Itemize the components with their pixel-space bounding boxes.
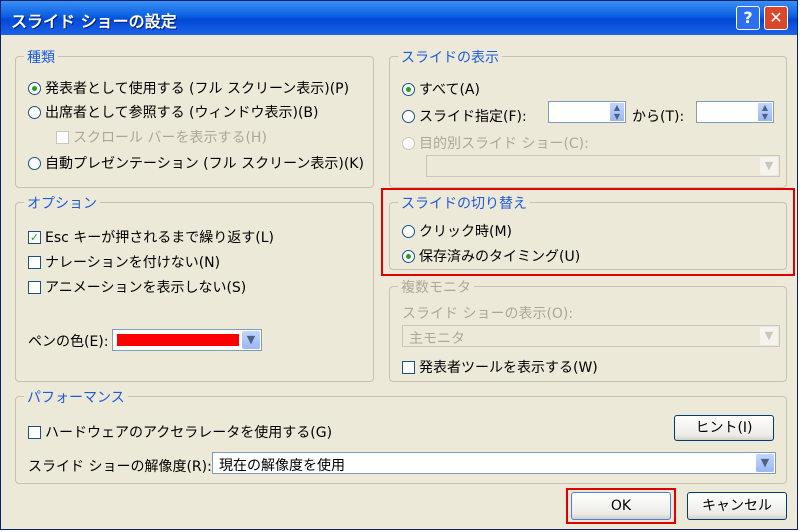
no-animation-checkbox[interactable] [28, 280, 41, 294]
from-slide-spinner[interactable]: ▲ ▼ [548, 101, 626, 123]
to-label: から(T): [632, 109, 685, 125]
from-spin-buttons[interactable]: ▲ ▼ [610, 103, 624, 121]
type-group: 種類 発表者として使用する (フル スクリーン表示)(P) 出席者として参照する… [15, 47, 374, 188]
loop-checkbox[interactable]: ✓ [28, 230, 41, 244]
display-label: スライド ショーの表示(O): [402, 306, 574, 322]
no-narration-checkbox[interactable] [28, 255, 41, 269]
to-slide-spinner[interactable]: ▲ ▼ [696, 101, 774, 123]
pen-color-dropdown[interactable]: ▼ [112, 329, 262, 351]
all-slides-radio[interactable] [402, 82, 415, 96]
options-group-legend: オプション [24, 193, 100, 213]
spin-down-icon[interactable]: ▼ [762, 112, 768, 121]
pen-color-label: ペンの色(E): [28, 334, 109, 350]
presenter-tools-label: 発表者ツールを表示する(W) [419, 360, 598, 376]
ok-highlight-frame [566, 488, 676, 524]
type-group-legend: 種類 [24, 47, 58, 67]
slide-range-radio[interactable] [402, 109, 415, 123]
hw-accel-label: ハードウェアのアクセラレータを使用する(G) [45, 425, 333, 441]
slides-group: スライドの表示 すべて(A) スライド指定(F): ▲ ▼ から(T): ▲ ▼ 目… [389, 47, 787, 188]
cancel-button[interactable]: キャンセル [687, 492, 787, 520]
spin-up-icon[interactable]: ▲ [762, 103, 768, 112]
resolution-value: 現在の解像度を使用 [219, 458, 345, 474]
scrollbar-option: スクロール バーを表示する(H) [56, 127, 267, 147]
help-button[interactable]: ? [736, 6, 760, 30]
chevron-down-icon: ▼ [760, 327, 778, 345]
close-button[interactable]: ✕ [764, 6, 788, 30]
browsed-option[interactable]: 出席者として参照する (ウィンドウ表示)(B) [28, 102, 318, 122]
dialog-window: スライド ショーの設定 ? ✕ 種類 発表者として使用する (フル スクリーン表… [0, 0, 798, 530]
options-group: オプション ✓ Esc キーが押されるまで繰り返す(L) ナレーションを付けない… [15, 193, 374, 382]
spin-up-icon[interactable]: ▲ [614, 103, 620, 112]
performance-group-legend: パフォーマンス [24, 387, 128, 407]
custom-show-dropdown: ▼ [426, 155, 780, 177]
no-animation-label: アニメーションを表示しない(S) [45, 280, 247, 296]
chevron-down-icon[interactable]: ▼ [242, 331, 260, 349]
slide-range-option[interactable]: スライド指定(F): [402, 106, 527, 126]
monitor-group: 複数モニタ スライド ショーの表示(O): 主モニタ ▼ 発表者ツールを表示する… [389, 277, 787, 382]
resolution-dropdown[interactable]: 現在の解像度を使用 ▼ [212, 452, 776, 474]
display-dropdown: 主モニタ ▼ [402, 325, 780, 347]
slides-group-legend: スライドの表示 [398, 47, 502, 67]
hw-accel-checkbox[interactable] [28, 425, 41, 439]
scrollbar-checkbox [56, 130, 69, 144]
browsed-label: 出席者として参照する (ウィンドウ表示)(B) [45, 105, 319, 121]
no-narration-option[interactable]: ナレーションを付けない(N) [28, 252, 220, 272]
dialog-title: スライド ショーの設定 [11, 12, 177, 31]
kiosk-option[interactable]: 自動プレゼンテーション (フル スクリーン表示)(K) [28, 153, 364, 173]
performance-group: パフォーマンス ハードウェアのアクセラレータを使用する(G) ヒント(I) スラ… [15, 387, 787, 484]
title-bar: スライド ショーの設定 ? ✕ [1, 1, 797, 35]
presenter-tools-option[interactable]: 発表者ツールを表示する(W) [402, 357, 598, 377]
custom-show-option: 目的別スライド ショー(C): [402, 133, 589, 153]
presenter-tools-checkbox[interactable] [402, 360, 415, 374]
scrollbar-label: スクロール バーを表示する(H) [73, 130, 267, 146]
slide-range-label: スライド指定(F): [419, 109, 527, 125]
tips-button[interactable]: ヒント(I) [674, 415, 774, 441]
resolution-label: スライド ショーの解像度(R): [28, 459, 212, 475]
custom-show-radio [402, 136, 415, 150]
chevron-down-icon: ▼ [760, 157, 778, 175]
all-slides-option[interactable]: すべて(A) [402, 79, 480, 99]
loop-label: Esc キーが押されるまで繰り返す(L) [45, 230, 275, 246]
no-animation-option[interactable]: アニメーションを表示しない(S) [28, 277, 246, 297]
kiosk-radio[interactable] [28, 156, 41, 170]
spin-down-icon[interactable]: ▼ [614, 112, 620, 121]
advance-highlight-frame [381, 188, 795, 276]
presenter-option[interactable]: 発表者として使用する (フル スクリーン表示)(P) [28, 78, 349, 98]
no-narration-label: ナレーションを付けない(N) [45, 255, 221, 271]
display-value: 主モニタ [409, 331, 465, 347]
chevron-down-icon[interactable]: ▼ [756, 454, 774, 472]
kiosk-label: 自動プレゼンテーション (フル スクリーン表示)(K) [45, 156, 364, 172]
presenter-radio[interactable] [28, 81, 41, 95]
presenter-label: 発表者として使用する (フル スクリーン表示)(P) [45, 81, 350, 97]
browsed-radio[interactable] [28, 105, 41, 119]
to-spin-buttons[interactable]: ▲ ▼ [758, 103, 772, 121]
all-slides-label: すべて(A) [419, 82, 480, 98]
loop-option[interactable]: ✓ Esc キーが押されるまで繰り返す(L) [28, 227, 274, 247]
monitor-group-legend: 複数モニタ [398, 277, 474, 297]
pen-color-swatch [117, 334, 239, 346]
custom-show-label: 目的別スライド ショー(C): [419, 136, 589, 152]
hw-accel-option[interactable]: ハードウェアのアクセラレータを使用する(G) [28, 422, 332, 442]
